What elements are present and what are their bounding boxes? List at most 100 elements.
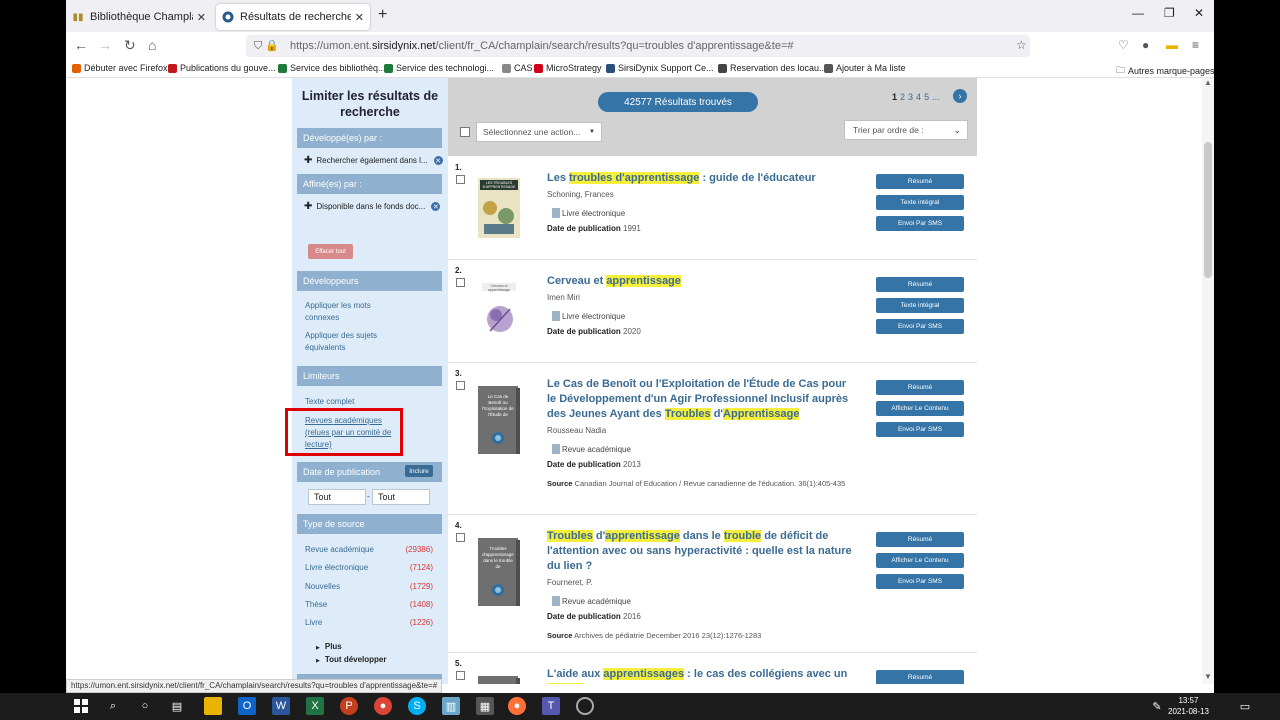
page-link[interactable]: 5 xyxy=(924,92,929,102)
bookmark-item[interactable]: CAS xyxy=(502,63,533,73)
bookmark-item[interactable]: Service des bibliothèq... xyxy=(278,63,386,73)
tab-bibliotheque[interactable]: ▮▮ Bibliothèque Champlain | Camp ✕ xyxy=(66,4,212,30)
folder-icon[interactable]: ▬ xyxy=(1166,38,1178,52)
sort-select[interactable]: Trier par ordre de : ⌄ xyxy=(844,120,968,140)
home-icon[interactable]: ⌂ xyxy=(148,37,156,53)
result-author[interactable]: Rousseau Nadia xyxy=(547,426,606,435)
summary-button[interactable]: Résumé xyxy=(876,380,964,395)
select-all-checkbox[interactable] xyxy=(460,127,470,137)
shield-lock-icon[interactable]: ⛉ 🔒 xyxy=(254,39,279,53)
bookmark-item[interactable]: SirsiDynix Support Ce... xyxy=(606,63,714,73)
source-type-item[interactable]: Thèse (1408) xyxy=(305,600,433,609)
pocket-icon[interactable]: ♡ xyxy=(1118,38,1129,52)
result-checkbox[interactable] xyxy=(456,671,465,680)
source-type-item[interactable]: Livre électronique (7124) xyxy=(305,563,433,572)
book-cover-image[interactable]: L'aide aux xyxy=(478,676,520,684)
bookmark-item[interactable]: Service des technologi... xyxy=(384,63,494,73)
back-icon[interactable]: ← xyxy=(74,37,88,53)
sms-button[interactable]: Envoi Par SMS xyxy=(876,216,964,231)
calculator-icon[interactable]: ▦ xyxy=(476,697,494,715)
notes-icon[interactable]: ▥ xyxy=(442,697,460,715)
content-button[interactable]: Afficher Le Contenu xyxy=(876,553,964,568)
page-link[interactable]: ... xyxy=(932,92,940,102)
summary-button[interactable]: Résumé xyxy=(876,174,964,189)
result-checkbox[interactable] xyxy=(456,533,465,542)
result-checkbox[interactable] xyxy=(456,381,465,390)
page-scrollbar[interactable]: ▲ ▼ xyxy=(1202,78,1214,684)
book-cover-image[interactable]: Troubles d'apprentissage dans le trouble… xyxy=(478,538,520,606)
account-icon[interactable]: ● xyxy=(1142,38,1149,52)
source-type-item[interactable]: Livre (1226) xyxy=(305,618,433,627)
restore-icon[interactable]: ❐ xyxy=(1164,6,1175,20)
remove-filter-icon[interactable]: ✕ xyxy=(433,156,443,165)
result-title-link[interactable]: Cerveau et apprentissage xyxy=(547,274,857,289)
book-cover-image[interactable]: Le Cas de Benoît ou l'Exploitation de l'… xyxy=(478,386,520,454)
page-link[interactable]: 1 xyxy=(892,92,897,102)
apply-related-words-link[interactable]: Appliquer les mots connexes xyxy=(305,300,395,324)
powerpoint-icon[interactable]: P xyxy=(340,697,358,715)
bookmark-item[interactable]: Ajouter à Ma liste xyxy=(824,63,906,73)
bookmark-item[interactable]: MicroStrategy xyxy=(534,63,602,73)
source-type-item[interactable]: Revue académique (29386) xyxy=(305,545,433,554)
file-explorer-icon[interactable] xyxy=(204,697,222,715)
chrome-icon[interactable]: ● xyxy=(374,697,392,715)
other-bookmarks[interactable]: 🗀 Autres marque-pages xyxy=(1116,63,1214,79)
result-title-link[interactable]: L'aide aux apprentissages : le cas des c… xyxy=(547,667,857,684)
firefox-icon[interactable]: ● xyxy=(508,697,526,715)
media-app-icon[interactable] xyxy=(576,697,594,715)
skype-icon[interactable]: S xyxy=(408,697,426,715)
book-cover-image[interactable]: Cerveau et apprentissage xyxy=(478,281,520,341)
result-checkbox[interactable] xyxy=(456,175,465,184)
page-link[interactable]: 2 xyxy=(900,92,905,102)
sms-button[interactable]: Envoi Par SMS xyxy=(876,422,964,437)
search-icon[interactable]: ⌕ xyxy=(104,697,122,715)
summary-button[interactable]: Résumé xyxy=(876,277,964,292)
outlook-icon[interactable]: O xyxy=(238,697,256,715)
content-button[interactable]: Texte intégral xyxy=(876,195,964,210)
action-select[interactable]: Sélectionnez une action... ▼ xyxy=(476,122,602,142)
new-tab-icon[interactable]: + xyxy=(378,6,387,24)
date-from-input[interactable]: Tout xyxy=(308,489,366,505)
result-title-link[interactable]: Troubles d'apprentissage dans le trouble… xyxy=(547,529,857,574)
result-author[interactable]: Schoning, Frances xyxy=(547,190,614,199)
next-page-icon[interactable]: › xyxy=(953,89,967,103)
page-link[interactable]: 3 xyxy=(908,92,913,102)
scroll-up-icon[interactable]: ▲ xyxy=(1204,78,1212,87)
scroll-down-icon[interactable]: ▼ xyxy=(1204,672,1212,681)
more-link[interactable]: ▶ Plus xyxy=(316,642,342,651)
close-tab-icon[interactable]: ✕ xyxy=(197,11,206,24)
page-link[interactable]: 4 xyxy=(916,92,921,102)
date-to-input[interactable]: Tout xyxy=(372,489,430,505)
result-checkbox[interactable] xyxy=(456,278,465,287)
bookmark-item[interactable]: Publications du gouve... xyxy=(168,63,276,73)
include-button[interactable]: Inclure xyxy=(405,465,433,477)
word-icon[interactable]: W xyxy=(272,697,290,715)
sms-button[interactable]: Envoi Par SMS xyxy=(876,574,964,589)
result-title-link[interactable]: Les troubles d'apprentissage : guide de … xyxy=(547,171,857,186)
result-title-link[interactable]: Le Cas de Benoît ou l'Exploitation de l'… xyxy=(547,377,857,422)
windows-start-icon[interactable] xyxy=(72,697,90,715)
result-author[interactable]: Fourneret, P. xyxy=(547,578,593,587)
book-cover-image[interactable]: LES TROUBLES D'APPRENTISSAGE xyxy=(478,178,520,238)
reload-icon[interactable]: ↻ xyxy=(124,37,136,54)
expand-all-link[interactable]: ▶ Tout développer xyxy=(316,655,387,664)
bookmark-item[interactable]: Débuter avec Firefox xyxy=(72,63,168,73)
sms-button[interactable]: Envoi Par SMS xyxy=(876,319,964,334)
excel-icon[interactable]: X xyxy=(306,697,324,715)
result-author[interactable]: Imen Miri xyxy=(547,293,580,302)
pen-icon[interactable]: ✎ xyxy=(1148,697,1166,715)
remove-filter-icon[interactable]: ✕ xyxy=(431,202,441,211)
source-type-item[interactable]: Nouvelles (1729) xyxy=(305,582,433,591)
teams-icon[interactable]: T xyxy=(542,697,560,715)
task-view-icon[interactable]: ▤ xyxy=(168,697,186,715)
clear-all-button[interactable]: Effacer tout xyxy=(308,244,353,259)
apply-equivalent-subjects-link[interactable]: Appliquer des sujets équivalents xyxy=(305,330,395,354)
forward-icon[interactable]: → xyxy=(98,37,112,53)
taskbar-clock[interactable]: 13:57 2021-08-13 xyxy=(1168,695,1209,717)
full-text-link[interactable]: Texte complet xyxy=(305,396,354,408)
cortana-icon[interactable]: ○ xyxy=(136,697,154,715)
summary-button[interactable]: Résumé xyxy=(876,670,964,684)
url-bar[interactable]: https://umon.ent. sirsidynix.net/client/f… xyxy=(246,35,1030,57)
notifications-icon[interactable]: ▭ xyxy=(1236,697,1254,715)
close-window-icon[interactable]: ✕ xyxy=(1194,6,1204,20)
